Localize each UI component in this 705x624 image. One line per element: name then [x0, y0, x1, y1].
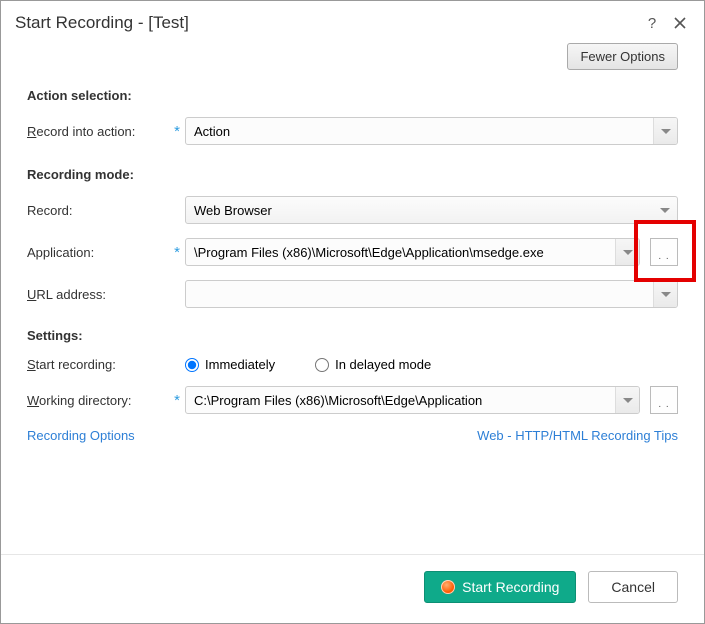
required-icon: * — [169, 123, 185, 140]
chevron-down-icon[interactable] — [653, 118, 677, 144]
working-dir-input[interactable] — [186, 387, 615, 413]
required-icon: * — [169, 392, 185, 409]
chevron-down-icon[interactable] — [615, 239, 639, 265]
application-combo[interactable] — [185, 238, 640, 266]
label-url-address: URL address: — [27, 287, 169, 302]
fewer-options-button[interactable]: Fewer Options — [567, 43, 678, 70]
browse-working-dir-button[interactable]: . . — [650, 386, 678, 414]
dialog-title: Start Recording - [Test] — [15, 13, 634, 33]
radio-delayed[interactable]: In delayed mode — [315, 357, 431, 372]
start-recording-dialog: Start Recording - [Test] ? Fewer Options… — [1, 1, 704, 623]
start-recording-button[interactable]: Start Recording — [424, 571, 576, 603]
record-mode-combo[interactable]: Web Browser — [185, 196, 678, 224]
action-combo[interactable] — [185, 117, 678, 145]
record-mode-value: Web Browser — [186, 197, 653, 223]
label-record-into-action: Record into action: — [27, 124, 169, 139]
section-recording-mode: Recording mode: — [27, 167, 678, 182]
radio-delayed-input[interactable] — [315, 358, 329, 372]
record-icon — [441, 580, 455, 594]
chevron-down-icon[interactable] — [653, 197, 677, 223]
label-record: Record: — [27, 203, 169, 218]
section-settings: Settings: — [27, 328, 678, 343]
label-working-directory: Working directory: — [27, 393, 169, 408]
browse-application-button[interactable]: . . — [650, 238, 678, 266]
action-input[interactable] — [186, 118, 653, 144]
close-icon[interactable] — [670, 13, 690, 33]
link-recording-options[interactable]: Recording Options — [27, 428, 135, 443]
application-input[interactable] — [186, 239, 615, 265]
required-icon: * — [169, 244, 185, 261]
label-application: Application: — [27, 245, 169, 260]
help-icon[interactable]: ? — [642, 13, 662, 33]
chevron-down-icon[interactable] — [615, 387, 639, 413]
url-input[interactable] — [186, 281, 653, 307]
dialog-content: Fewer Options Action selection: Record i… — [1, 43, 704, 554]
url-combo[interactable] — [185, 280, 678, 308]
chevron-down-icon[interactable] — [653, 281, 677, 307]
working-dir-combo[interactable] — [185, 386, 640, 414]
section-action-selection: Action selection: — [27, 88, 678, 103]
link-recording-tips[interactable]: Web - HTTP/HTML Recording Tips — [477, 428, 678, 443]
label-start-recording: Start recording: — [27, 357, 169, 372]
dialog-footer: Start Recording Cancel — [1, 554, 704, 623]
radio-immediately-input[interactable] — [185, 358, 199, 372]
radio-immediately[interactable]: Immediately — [185, 357, 275, 372]
cancel-button[interactable]: Cancel — [588, 571, 678, 603]
dialog-titlebar: Start Recording - [Test] ? — [1, 1, 704, 43]
